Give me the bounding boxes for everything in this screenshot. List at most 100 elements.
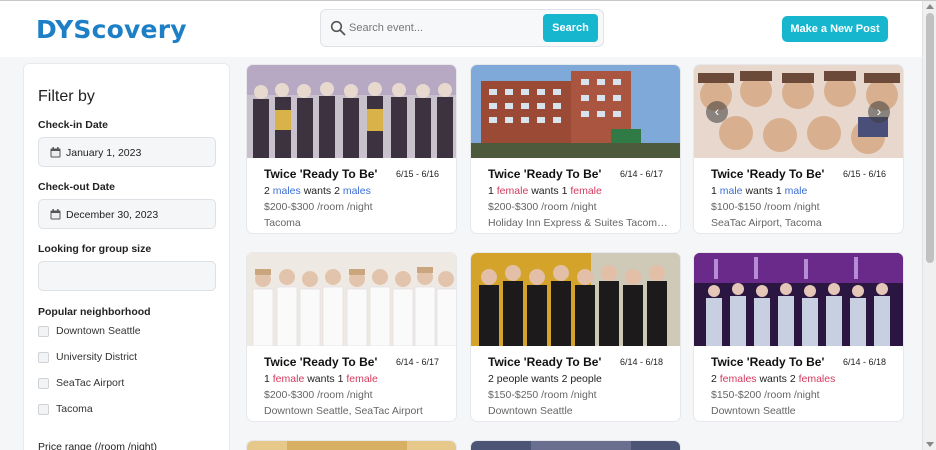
have-count: 1 — [264, 373, 270, 385]
event-photo[interactable] — [247, 253, 457, 346]
card-group-wants: 2 people wants 2 people — [488, 373, 602, 385]
event-photo[interactable] — [694, 253, 904, 346]
event-card[interactable]: Twice 'Ready To Be' 6/14 - 6/18 2 female… — [693, 252, 904, 422]
want-gender: female — [346, 373, 378, 385]
neighborhood-label: Popular neighborhood — [38, 306, 151, 318]
card-group-wants: 2 males wants 2 males — [264, 185, 371, 197]
card-dates: 6/15 - 6/16 — [842, 169, 886, 179]
event-photo[interactable] — [471, 253, 681, 346]
card-price: $200-$300 /room /night — [264, 201, 373, 213]
scroll-down-arrow-icon[interactable] — [926, 442, 934, 447]
want-count: 1 — [561, 185, 568, 197]
checkbox[interactable] — [38, 352, 49, 363]
group-size-label: Looking for group size — [38, 243, 152, 255]
group-size-input[interactable] — [38, 261, 216, 291]
have-count: 1 — [488, 185, 494, 197]
card-dates: 6/14 - 6/18 — [842, 357, 886, 367]
checkout-label: Check-out Date — [38, 181, 116, 193]
card-location: Downtown Seattle — [711, 405, 796, 417]
have-gender: female — [272, 373, 305, 385]
card-title: Twice 'Ready To Be' — [711, 167, 825, 181]
card-price: $150-$250 /room /night — [488, 389, 597, 401]
card-title: Twice 'Ready To Be' — [488, 167, 602, 181]
make-new-post-button[interactable]: Make a New Post — [782, 16, 888, 42]
have-gender: people — [496, 373, 529, 385]
checkin-date-field[interactable]: January 1, 2023 — [38, 137, 216, 167]
event-card[interactable]: Twice 'Ready To Be' 6/14 - 6/18 2 people… — [470, 252, 681, 422]
calendar-icon — [50, 209, 61, 220]
card-location: Downtown Seattle, SeaTac Airport — [264, 405, 423, 417]
have-count: 2 — [711, 373, 717, 385]
event-card[interactable]: Twice 'Ready To Be' 6/14 - 6/17 1 female… — [246, 252, 457, 422]
have-gender: female — [496, 185, 529, 197]
wants-word: wants — [307, 373, 335, 385]
card-location: SeaTac Airport, Tacoma — [711, 217, 822, 229]
event-photo[interactable] — [247, 65, 457, 158]
calendar-icon — [50, 147, 61, 158]
app-logo[interactable]: DYScovery — [36, 15, 187, 44]
hotel-photo[interactable] — [471, 65, 681, 158]
card-group-wants: 1 male wants 1 male — [711, 185, 807, 197]
card-title: Twice 'Ready To Be' — [711, 355, 825, 369]
checkout-date-field[interactable]: December 30, 2023 — [38, 199, 216, 229]
have-gender: male — [719, 185, 743, 197]
wants-word: wants — [303, 185, 332, 197]
neighborhood-option-label: SeaTac Airport — [56, 377, 125, 389]
checkbox[interactable] — [38, 326, 49, 337]
neighborhood-option-label: Tacoma — [56, 403, 93, 415]
event-card[interactable]: Twice 'Ready To Be' 6/14 - 6/17 1 female… — [470, 64, 681, 234]
card-price: $100-$150 /room /night — [711, 201, 820, 213]
want-gender: females — [798, 373, 836, 385]
wants-word: wants — [745, 185, 773, 197]
card-title: Twice 'Ready To Be' — [264, 355, 378, 369]
event-card[interactable] — [470, 440, 681, 450]
want-gender: people — [570, 373, 602, 385]
want-gender: female — [570, 185, 602, 197]
search-button[interactable]: Search — [543, 14, 598, 42]
checkbox[interactable] — [38, 404, 49, 415]
card-dates: 6/14 - 6/18 — [619, 357, 663, 367]
card-location: Tacoma — [264, 217, 301, 229]
card-price: $150-$200 /room /night — [711, 389, 820, 401]
want-count: 2 — [789, 373, 796, 385]
filter-title: Filter by — [38, 88, 95, 105]
card-price: $200-$300 /room /night — [264, 389, 373, 401]
scroll-thumb[interactable] — [926, 13, 934, 263]
card-dates: 6/14 - 6/17 — [395, 357, 439, 367]
checkbox[interactable] — [38, 378, 49, 389]
want-count: 2 — [561, 373, 568, 385]
have-gender: males — [272, 185, 301, 197]
have-count: 1 — [711, 185, 717, 197]
checkin-date-value: January 1, 2023 — [66, 147, 142, 159]
top-header: DYScovery Search Make a New Post — [0, 1, 922, 57]
card-group-wants: 1 female wants 1 female — [488, 185, 602, 197]
search-icon — [330, 20, 346, 36]
have-gender: females — [719, 373, 757, 385]
event-card[interactable]: ‹ › Twice 'Ready To Be' 6/15 - 6/16 1 ma… — [693, 64, 904, 234]
event-card[interactable] — [246, 440, 457, 450]
filter-sidebar: Filter by Check-in Date January 1, 2023 … — [23, 63, 230, 450]
search-input[interactable] — [349, 18, 539, 38]
event-photo[interactable] — [247, 441, 457, 450]
event-photo[interactable] — [471, 441, 681, 450]
event-card[interactable]: Twice 'Ready To Be' 6/15 - 6/16 2 males … — [246, 64, 457, 234]
neighborhood-option-label: Downtown Seattle — [56, 325, 141, 337]
want-count: 1 — [775, 185, 782, 197]
card-dates: 6/15 - 6/16 — [395, 169, 439, 179]
card-group-wants: 1 female wants 1 female — [264, 373, 378, 385]
checkin-label: Check-in Date — [38, 119, 109, 131]
price-range-label: Price range (/room /night) — [38, 441, 158, 450]
carousel-next-button[interactable]: › — [868, 101, 890, 123]
want-gender: male — [784, 185, 808, 197]
neighborhood-option-label: University District — [56, 351, 138, 363]
card-title: Twice 'Ready To Be' — [488, 355, 602, 369]
have-count: 2 — [488, 373, 494, 385]
have-count: 2 — [264, 185, 270, 197]
wants-word: wants — [531, 373, 559, 385]
card-title: Twice 'Ready To Be' — [264, 167, 378, 181]
page-scrollbar[interactable] — [922, 1, 936, 450]
card-location: Downtown Seattle — [488, 405, 573, 417]
wants-word: wants — [531, 185, 559, 197]
scroll-up-arrow-icon[interactable] — [926, 4, 934, 9]
carousel-prev-button[interactable]: ‹ — [706, 101, 728, 123]
